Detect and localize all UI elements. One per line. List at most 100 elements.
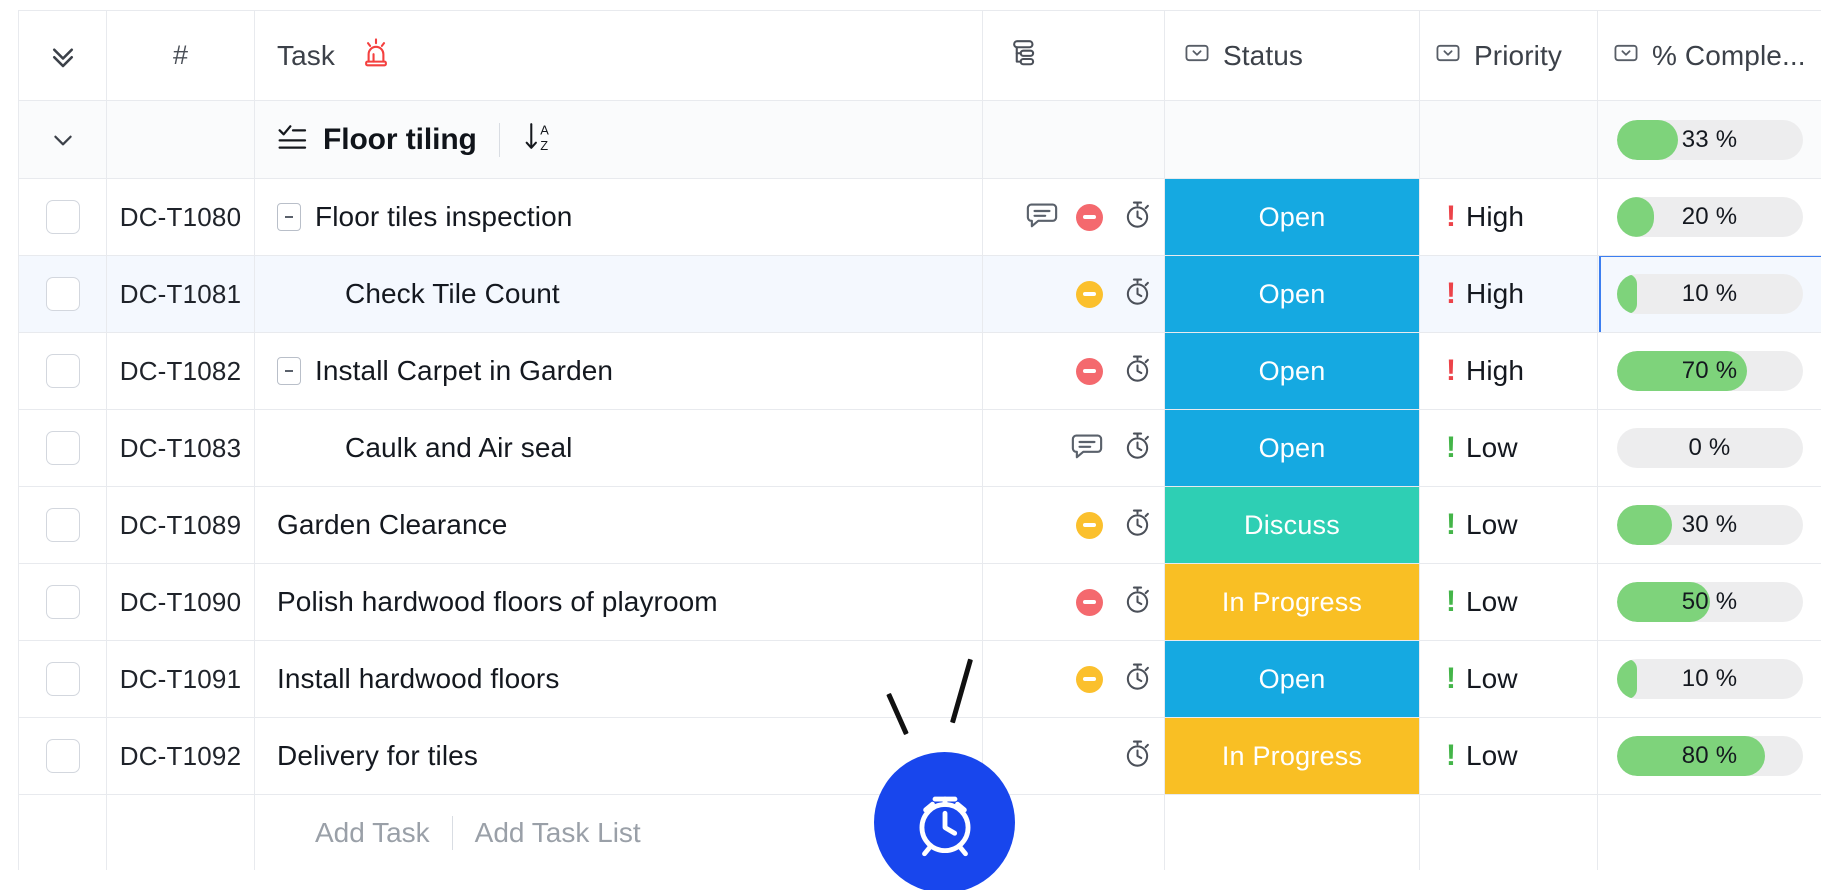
priority-badge-yellow-icon[interactable] xyxy=(1076,666,1103,693)
row-status-cell[interactable]: In Progress xyxy=(1165,564,1420,640)
expand-subtasks-icon[interactable] xyxy=(277,203,301,231)
row-select-cell[interactable] xyxy=(19,410,107,486)
alarm-clock-fab-button[interactable] xyxy=(874,752,1015,890)
row-status-cell[interactable]: Open xyxy=(1165,256,1420,332)
row-select-cell[interactable] xyxy=(19,718,107,794)
progress-bar[interactable]: 10 % xyxy=(1617,274,1803,314)
row-id-cell[interactable]: DC-T1089 xyxy=(107,487,255,563)
stopwatch-timer-icon[interactable] xyxy=(1121,275,1154,313)
row-select-cell[interactable] xyxy=(19,256,107,332)
row-task-cell[interactable]: Install hardwood floors xyxy=(255,641,983,717)
row-id-cell[interactable]: DC-T1082 xyxy=(107,333,255,409)
stopwatch-timer-icon[interactable] xyxy=(1121,352,1154,390)
progress-bar[interactable]: 10 % xyxy=(1617,659,1803,699)
row-select-cell[interactable] xyxy=(19,641,107,717)
table-row[interactable]: DC-T1082Install Carpet in Garden Open!Hig… xyxy=(19,333,1821,410)
row-percent-cell[interactable]: 0 % xyxy=(1598,410,1821,486)
sort-az-icon[interactable]: A Z xyxy=(522,119,556,160)
stopwatch-timer-icon[interactable] xyxy=(1121,506,1154,544)
add-task-list-button[interactable]: Add Task List xyxy=(475,817,641,849)
row-id-cell[interactable]: DC-T1090 xyxy=(107,564,255,640)
row-percent-cell[interactable]: 10 % xyxy=(1598,256,1821,332)
row-status-cell[interactable]: Open xyxy=(1165,179,1420,255)
row-id-cell[interactable]: DC-T1092 xyxy=(107,718,255,794)
table-row[interactable]: DC-T1090Polish hardwood floors of playro… xyxy=(19,564,1821,641)
row-task-cell[interactable]: Caulk and Air seal xyxy=(255,410,983,486)
table-row[interactable]: DC-T1083Caulk and Air seal Open!Low0 % xyxy=(19,410,1821,487)
row-checkbox[interactable] xyxy=(46,585,80,619)
group-percent-cell[interactable]: 33 % xyxy=(1598,101,1821,178)
row-task-cell[interactable]: Check Tile Count xyxy=(255,256,983,332)
row-select-cell[interactable] xyxy=(19,179,107,255)
stopwatch-timer-icon[interactable] xyxy=(1121,429,1154,467)
priority-badge-red-icon[interactable] xyxy=(1076,589,1103,616)
row-task-cell[interactable]: Install Carpet in Garden xyxy=(255,333,983,409)
progress-bar[interactable]: 70 % xyxy=(1617,351,1803,391)
header-number-cell[interactable]: # xyxy=(107,11,255,100)
row-status-cell[interactable]: Open xyxy=(1165,333,1420,409)
row-task-cell[interactable]: Delivery for tiles xyxy=(255,718,983,794)
row-priority-cell[interactable]: !High xyxy=(1420,333,1598,409)
row-select-cell[interactable] xyxy=(19,487,107,563)
priority-badge-red-icon[interactable] xyxy=(1076,204,1103,231)
header-priority-cell[interactable]: Priority xyxy=(1420,11,1598,100)
red-siren-icon[interactable] xyxy=(361,37,391,74)
row-task-cell[interactable]: Polish hardwood floors of playroom xyxy=(255,564,983,640)
priority-badge-yellow-icon[interactable] xyxy=(1076,281,1103,308)
row-priority-cell[interactable]: !Low xyxy=(1420,410,1598,486)
row-status-cell[interactable]: Open xyxy=(1165,641,1420,717)
row-percent-cell[interactable]: 80 % xyxy=(1598,718,1821,794)
comment-icon[interactable] xyxy=(1071,431,1103,466)
add-task-button[interactable]: Add Task xyxy=(315,817,430,849)
progress-bar[interactable]: 20 % xyxy=(1617,197,1803,237)
group-progress[interactable]: 33 % xyxy=(1617,120,1803,160)
stopwatch-timer-icon[interactable] xyxy=(1121,583,1154,621)
row-select-cell[interactable] xyxy=(19,333,107,409)
row-percent-cell[interactable]: 10 % xyxy=(1598,641,1821,717)
row-status-cell[interactable]: In Progress xyxy=(1165,718,1420,794)
expand-subtasks-icon[interactable] xyxy=(277,357,301,385)
header-collapse-all-cell[interactable] xyxy=(19,11,107,100)
progress-bar[interactable]: 50 % xyxy=(1617,582,1803,622)
row-priority-cell[interactable]: !Low xyxy=(1420,718,1598,794)
chevron-down-icon[interactable] xyxy=(50,127,76,153)
row-checkbox[interactable] xyxy=(46,277,80,311)
priority-badge-red-icon[interactable] xyxy=(1076,358,1103,385)
row-checkbox[interactable] xyxy=(46,739,80,773)
stopwatch-timer-icon[interactable] xyxy=(1121,198,1154,236)
row-id-cell[interactable]: DC-T1083 xyxy=(107,410,255,486)
row-status-cell[interactable]: Open xyxy=(1165,410,1420,486)
row-task-cell[interactable]: Garden Clearance xyxy=(255,487,983,563)
row-checkbox[interactable] xyxy=(46,662,80,696)
row-percent-cell[interactable]: 30 % xyxy=(1598,487,1821,563)
stopwatch-timer-icon[interactable] xyxy=(1121,737,1154,775)
row-task-cell[interactable]: Floor tiles inspection xyxy=(255,179,983,255)
table-row[interactable]: DC-T1091Install hardwood floors Open!Low 1… xyxy=(19,641,1821,718)
double-chevron-down-icon[interactable] xyxy=(48,41,78,71)
row-percent-cell[interactable]: 70 % xyxy=(1598,333,1821,409)
row-checkbox[interactable] xyxy=(46,431,80,465)
comment-icon[interactable] xyxy=(1026,200,1058,235)
table-row[interactable]: DC-T1080Floor tiles inspection Open!High 2… xyxy=(19,179,1821,256)
row-select-cell[interactable] xyxy=(19,564,107,640)
header-task-cell[interactable]: Task xyxy=(255,11,983,100)
row-status-cell[interactable]: Discuss xyxy=(1165,487,1420,563)
row-priority-cell[interactable]: !Low xyxy=(1420,564,1598,640)
stopwatch-timer-icon[interactable] xyxy=(1121,660,1154,698)
row-checkbox[interactable] xyxy=(46,508,80,542)
row-priority-cell[interactable]: !High xyxy=(1420,179,1598,255)
priority-badge-yellow-icon[interactable] xyxy=(1076,512,1103,539)
row-percent-cell[interactable]: 50 % xyxy=(1598,564,1821,640)
progress-bar[interactable]: 30 % xyxy=(1617,505,1803,545)
row-id-cell[interactable]: DC-T1091 xyxy=(107,641,255,717)
subtask-tree-icon[interactable] xyxy=(1005,36,1039,75)
progress-bar[interactable]: 80 % xyxy=(1617,736,1803,776)
row-priority-cell[interactable]: !Low xyxy=(1420,641,1598,717)
group-expand-cell[interactable] xyxy=(19,101,107,178)
row-id-cell[interactable]: DC-T1080 xyxy=(107,179,255,255)
row-priority-cell[interactable]: !High xyxy=(1420,256,1598,332)
group-title-cell[interactable]: Floor tiling A Z xyxy=(255,101,983,178)
row-checkbox[interactable] xyxy=(46,200,80,234)
table-row[interactable]: DC-T1089Garden ClearanceDiscuss!Low30 % xyxy=(19,487,1821,564)
header-subtask-cell[interactable] xyxy=(983,11,1165,100)
